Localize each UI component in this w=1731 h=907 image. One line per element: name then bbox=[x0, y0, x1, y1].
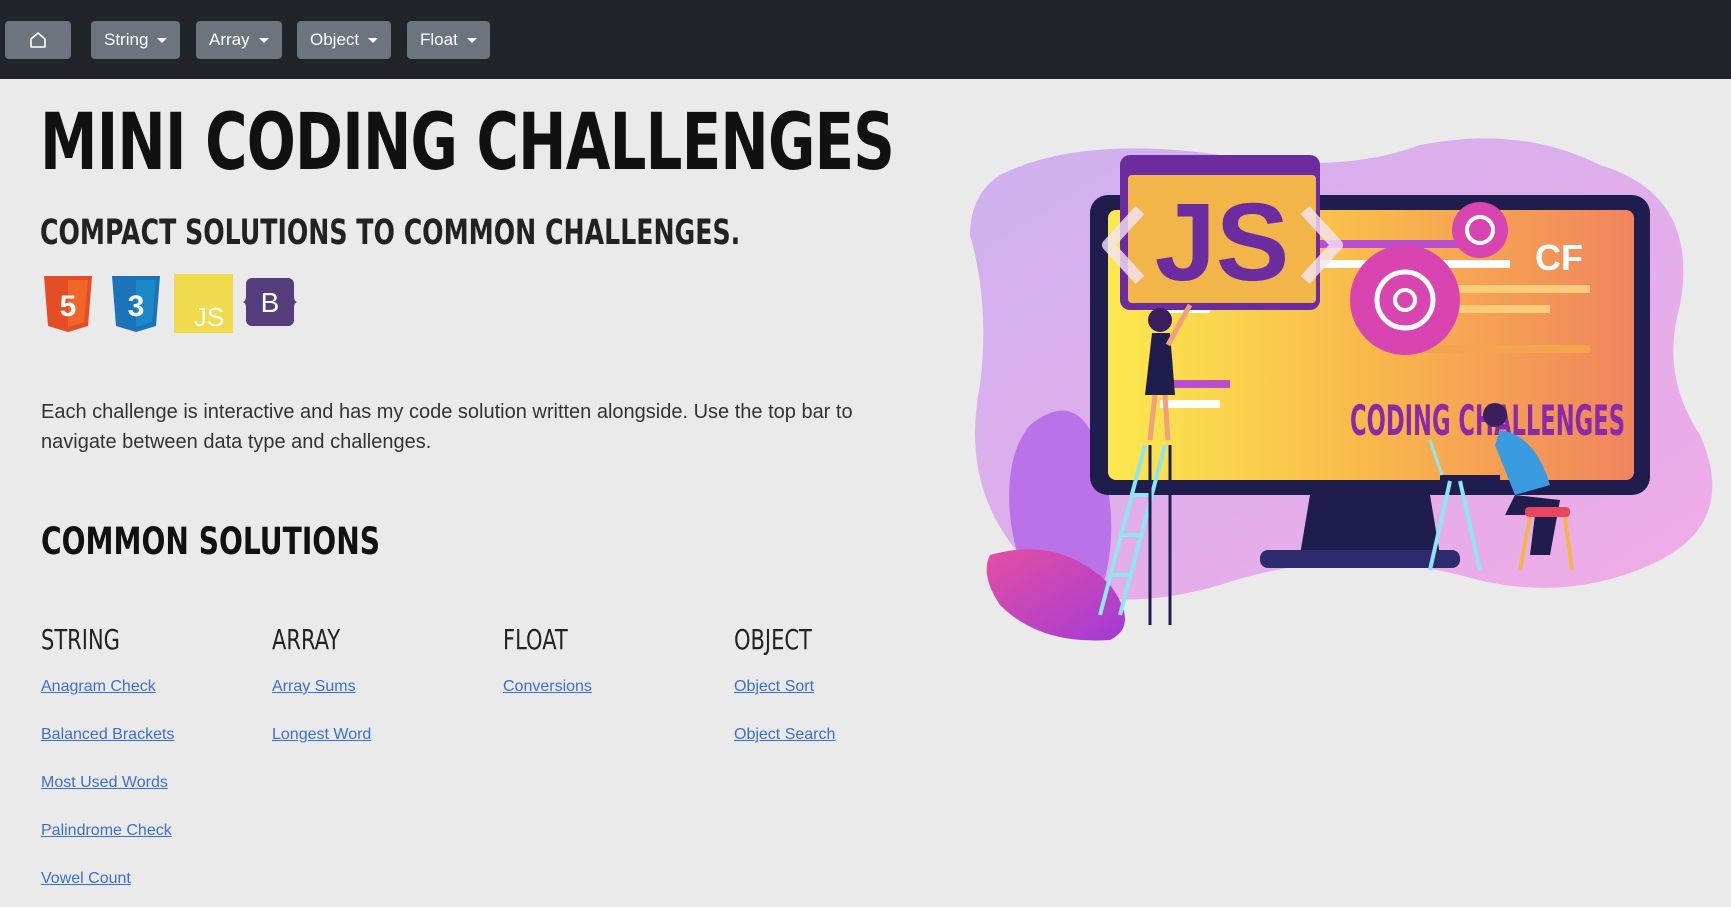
solutions-column-string: STRING Anagram Check Balanced Brackets M… bbox=[41, 623, 261, 888]
link-conversions[interactable]: Conversions bbox=[503, 678, 592, 696]
link-anagram-check[interactable]: Anagram Check bbox=[41, 678, 156, 696]
link-palindrome-check[interactable]: Palindrome Check bbox=[41, 822, 172, 840]
link-longest-word[interactable]: Longest Word bbox=[272, 726, 371, 744]
cf-logo: CF bbox=[1535, 237, 1583, 278]
nav-menu-string-label: String bbox=[104, 30, 149, 49]
top-navbar: String Array Object Float bbox=[0, 0, 1731, 79]
code-line bbox=[1160, 400, 1220, 408]
hero-illustration: CF CODING CHALLENGES JS bbox=[970, 138, 1713, 641]
gear-icon bbox=[1350, 245, 1460, 355]
nav-menu-float[interactable]: Float bbox=[407, 21, 490, 59]
column-title: ARRAY bbox=[272, 623, 341, 656]
link-balanced-brackets[interactable]: Balanced Brackets bbox=[41, 726, 174, 744]
link-object-search[interactable]: Object Search bbox=[734, 726, 835, 744]
link-array-sums[interactable]: Array Sums bbox=[272, 678, 356, 696]
page-subtitle: COMPACT SOLUTIONS TO COMMON CHALLENGES. bbox=[40, 213, 741, 253]
css3-glyph: 3 bbox=[128, 290, 145, 323]
javascript-icon: JS bbox=[174, 274, 233, 333]
column-title: OBJECT bbox=[734, 623, 812, 656]
nav-menu-object-label: Object bbox=[310, 30, 360, 49]
nav-menu-array-label: Array bbox=[209, 30, 250, 49]
bootstrap-icon: B bbox=[242, 278, 298, 326]
gear-icon bbox=[1452, 202, 1508, 258]
bootstrap-glyph: B bbox=[261, 287, 280, 318]
nav-menu-string[interactable]: String bbox=[91, 21, 181, 59]
home-button[interactable] bbox=[5, 21, 71, 59]
home-icon bbox=[30, 32, 46, 48]
common-solutions-heading: COMMON SOLUTIONS bbox=[41, 520, 380, 563]
intro-text: Each challenge is interactive and has my… bbox=[41, 401, 853, 453]
link-most-used-words[interactable]: Most Used Words bbox=[41, 774, 168, 792]
html5-glyph: 5 bbox=[60, 290, 77, 323]
link-object-sort[interactable]: Object Sort bbox=[734, 678, 814, 696]
nav-menu-float-label: Float bbox=[420, 30, 458, 49]
css3-icon: 3 bbox=[112, 276, 160, 332]
html5-icon: 5 bbox=[44, 276, 92, 332]
nav-menu-object[interactable]: Object bbox=[297, 21, 392, 59]
js-badge-text: JS bbox=[1155, 181, 1290, 304]
solutions-column-float: FLOAT Conversions bbox=[503, 623, 723, 696]
caret-down-icon bbox=[258, 38, 269, 43]
javascript-glyph: JS bbox=[194, 302, 224, 332]
caret-down-icon bbox=[466, 38, 477, 43]
solutions-column-object: OBJECT Object Sort Object Search bbox=[734, 623, 954, 744]
column-title: STRING bbox=[41, 623, 120, 656]
caret-down-icon bbox=[368, 38, 379, 43]
caret-down-icon bbox=[157, 38, 168, 43]
solutions-column-array: ARRAY Array Sums Longest Word bbox=[272, 623, 492, 744]
column-title: FLOAT bbox=[503, 623, 568, 656]
js-badge: JS bbox=[1120, 155, 1320, 310]
link-vowel-count[interactable]: Vowel Count bbox=[41, 870, 131, 888]
page-title: MINI CODING CHALLENGES bbox=[40, 98, 895, 188]
nav-menu-array[interactable]: Array bbox=[196, 21, 282, 59]
monitor-stand bbox=[1300, 495, 1440, 555]
